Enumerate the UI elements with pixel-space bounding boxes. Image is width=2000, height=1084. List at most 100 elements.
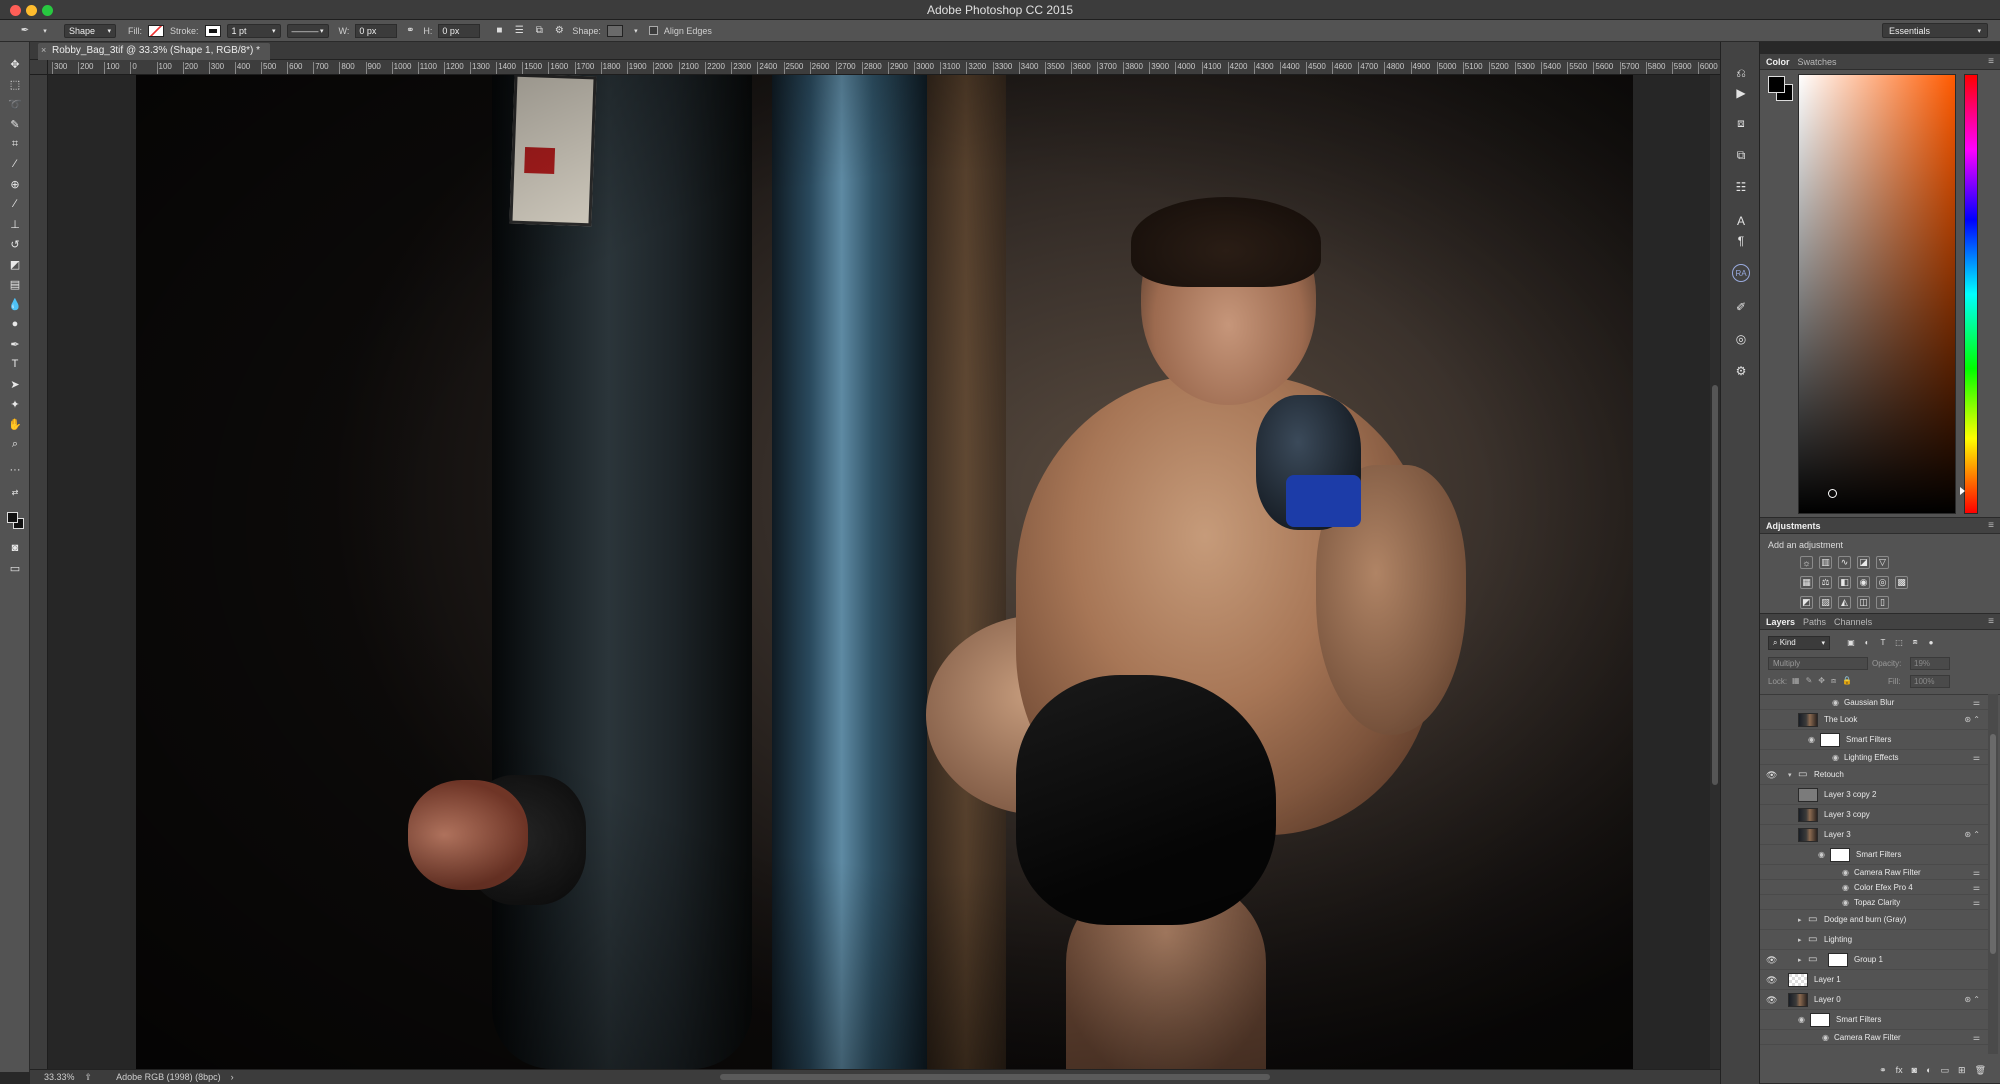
layer-thumbnail[interactable] — [1798, 713, 1818, 727]
screen-mode-icon[interactable]: ▭ — [7, 560, 23, 576]
healing-brush-tool-icon[interactable]: ⊕ — [7, 176, 23, 192]
more-tools-icon[interactable]: ··· — [7, 462, 23, 478]
path-selection-tool-icon[interactable]: ➤ — [7, 376, 23, 392]
shape-picker[interactable] — [606, 24, 623, 37]
smart-filter-mask-thumbnail[interactable] — [1810, 1013, 1830, 1027]
history-panel-icon[interactable]: ⎌ — [1732, 64, 1750, 82]
gear-icon[interactable]: ⚙ — [552, 24, 566, 38]
layer-row[interactable]: ◉ ⚌ Gaussian Blur — [1760, 695, 1988, 710]
chevron-down-icon[interactable]: ▾ — [38, 24, 52, 38]
tab-color[interactable]: Color — [1766, 57, 1790, 67]
filter-options-icon[interactable]: ⚌ — [1973, 698, 1980, 707]
filter-toggle-icon[interactable]: ● — [1926, 637, 1936, 647]
exposure-icon[interactable]: ◪ — [1857, 556, 1870, 569]
foreground-background-colors[interactable] — [7, 512, 25, 530]
layer-row[interactable]: 👁 Layer 1 — [1760, 970, 1988, 990]
filter-options-icon[interactable]: ⚌ — [1973, 868, 1980, 877]
eyedropper-tool-icon[interactable]: ⁄ — [7, 156, 23, 172]
lock-transparency-icon[interactable]: ▦ — [1792, 676, 1800, 686]
dodge-tool-icon[interactable]: ● — [7, 316, 23, 332]
eye-icon[interactable]: 👁 — [1766, 975, 1778, 986]
quick-mask-icon[interactable]: ◙ — [7, 540, 23, 556]
chevron-down-icon[interactable]: ▾ — [629, 24, 643, 38]
brush-tool-icon[interactable]: ∕ — [7, 196, 23, 212]
filter-options-icon[interactable]: ⚌ — [1973, 753, 1980, 762]
zoom-tool-icon[interactable]: ⌕ — [7, 436, 23, 452]
type-tool-icon[interactable]: T — [7, 356, 23, 372]
layer-thumbnail[interactable] — [1798, 788, 1818, 802]
layer-row[interactable]: 👁 ⊛ ⌃ Layer 0 — [1760, 990, 1988, 1010]
layer-row[interactable]: ◉ ⚌ Camera Raw Filter — [1760, 1030, 1988, 1045]
layer-thumbnail[interactable] — [1788, 993, 1808, 1007]
pixel-layer-filter-icon[interactable]: ▣ — [1846, 637, 1856, 647]
disclosure-triangle-icon[interactable]: ▾ — [1788, 771, 1792, 779]
canvas-vertical-scrollbar[interactable] — [1710, 75, 1720, 1069]
filter-visibility-icon[interactable]: ◉ — [1832, 753, 1839, 762]
color-lookup-icon[interactable]: ▩ — [1895, 576, 1908, 589]
group-mask-thumbnail[interactable] — [1828, 953, 1848, 967]
layer-thumbnail[interactable] — [1788, 973, 1808, 987]
gradient-tool-icon[interactable]: ▤ — [7, 276, 23, 292]
layer-row[interactable]: Layer 3 copy 2 — [1760, 785, 1988, 805]
history-brush-tool-icon[interactable]: ↺ — [7, 236, 23, 252]
disclosure-triangle-icon[interactable]: ▸ — [1798, 956, 1802, 964]
path-arrangement-icon[interactable]: ⧉ — [532, 24, 546, 38]
layer-row[interactable]: 👁 ▸ ▭ Group 1 — [1760, 950, 1988, 970]
layer-row[interactable]: ▸ ▭ Dodge and burn (Gray) — [1760, 910, 1988, 930]
black-white-icon[interactable]: ◧ — [1838, 576, 1851, 589]
type-layer-filter-icon[interactable]: T — [1878, 637, 1888, 647]
layer-row[interactable]: ◉ Smart Filters — [1760, 1010, 1988, 1030]
layer-thumbnail[interactable] — [1798, 828, 1818, 842]
tab-channels[interactable]: Channels — [1834, 617, 1872, 627]
opacity-input[interactable]: 19% — [1910, 657, 1950, 670]
crop-tool-icon[interactable]: ⌗ — [7, 136, 23, 152]
scrollbar-thumb[interactable] — [1712, 385, 1718, 785]
color-picker-cursor[interactable] — [1828, 489, 1837, 498]
filter-visibility-icon[interactable]: ◉ — [1842, 868, 1849, 877]
adjustment-layer-filter-icon[interactable]: ◐ — [1862, 637, 1872, 647]
layer-row[interactable]: ⊛ ⌃ Layer 3 — [1760, 825, 1988, 845]
canvas-horizontal-scrollbar[interactable] — [720, 1074, 1270, 1080]
trash-icon[interactable]: 🗑 — [1975, 1065, 1986, 1076]
smart-object-filter-icon[interactable]: ⧈ — [1910, 637, 1920, 647]
layer-effects-icon[interactable]: ⊛ ⌃ — [1964, 715, 1980, 724]
layer-row[interactable]: ◉ ⚌ Lighting Effects — [1760, 750, 1988, 765]
layer-row[interactable]: ⊛ ⌃ The Look — [1760, 710, 1988, 730]
layer-row[interactable]: ◉ ⚌ Color Efex Pro 4 — [1760, 880, 1988, 895]
color-panel-swatches[interactable] — [1768, 76, 1794, 102]
filter-visibility-icon[interactable]: ◉ — [1842, 883, 1849, 892]
foreground-color-swatch[interactable] — [1768, 76, 1785, 93]
libraries-panel-icon[interactable]: ⧈ — [1732, 114, 1750, 132]
properties-panel-icon[interactable]: ☷ — [1732, 178, 1750, 196]
share-icon[interactable]: ⇪ — [85, 1072, 93, 1083]
layer-style-icon[interactable]: fx — [1896, 1065, 1903, 1075]
character-panel-icon[interactable]: A — [1732, 212, 1750, 230]
selective-color-icon[interactable]: ◫ — [1857, 596, 1870, 609]
smart-filters-visibility-icon[interactable]: ◉ — [1808, 735, 1815, 744]
stroke-width-select[interactable]: 1 pt ▾ — [226, 23, 281, 38]
filter-options-icon[interactable]: ⚌ — [1973, 883, 1980, 892]
brightness-icon[interactable]: ☼ — [1800, 556, 1813, 569]
lock-all-icon[interactable]: 🔒 — [1842, 676, 1852, 686]
document-canvas[interactable] — [48, 75, 1720, 1069]
scrollbar-thumb[interactable] — [1990, 734, 1996, 954]
brush-presets-icon[interactable]: ✐ — [1732, 298, 1750, 316]
actions-panel-icon[interactable]: ▶ — [1732, 84, 1750, 102]
shape-tool-icon[interactable]: ✦ — [7, 396, 23, 412]
threshold-icon[interactable]: ◭ — [1838, 596, 1851, 609]
lasso-tool-icon[interactable]: ➰ — [7, 96, 23, 112]
path-operations-icon[interactable]: ■ — [492, 24, 506, 38]
tab-paths[interactable]: Paths — [1803, 617, 1826, 627]
smart-filters-visibility-icon[interactable]: ◉ — [1798, 1015, 1805, 1024]
gradient-map-icon[interactable]: ▯ — [1876, 596, 1889, 609]
new-adjustment-layer-icon[interactable]: ◐ — [1926, 1065, 1931, 1075]
vertical-ruler[interactable] — [30, 75, 48, 1069]
plugin-panel-icon[interactable]: ◎ — [1732, 330, 1750, 348]
document-tab[interactable]: × Robby_Bag_3tif @ 33.3% (Shape 1, RGB/8… — [38, 43, 271, 60]
align-edges-checkbox[interactable] — [648, 26, 658, 35]
zoom-level[interactable]: 33.33% — [44, 1072, 75, 1082]
filter-visibility-icon[interactable]: ◉ — [1832, 698, 1839, 707]
layer-row[interactable]: ◉ Smart Filters — [1760, 845, 1988, 865]
panel-menu-icon[interactable]: ≡ — [1988, 56, 1994, 67]
layer-row[interactable]: ◉ ⚌ Camera Raw Filter — [1760, 865, 1988, 880]
